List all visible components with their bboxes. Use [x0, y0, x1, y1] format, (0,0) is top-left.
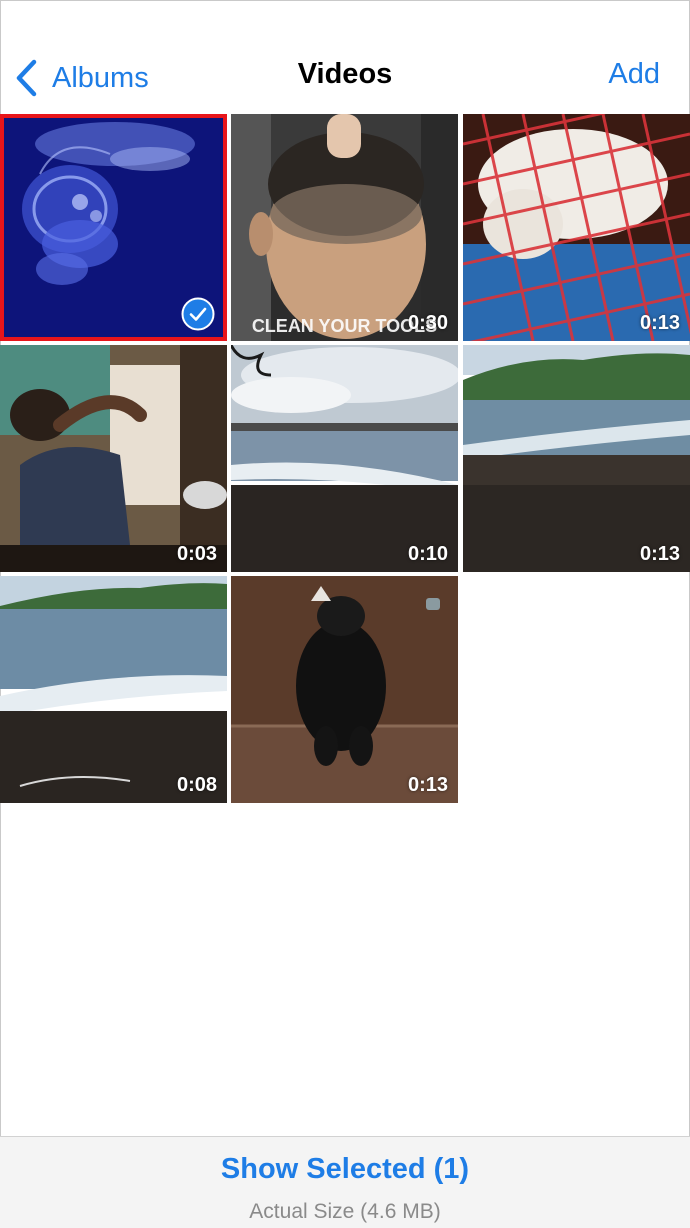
- pier-beach-thumbnail: [231, 345, 458, 572]
- dog-in-cage-thumbnail: [463, 114, 690, 341]
- add-button[interactable]: Add: [608, 58, 660, 91]
- show-selected-button[interactable]: Show Selected (1): [0, 1153, 690, 1186]
- video-thumbnail[interactable]: [0, 114, 227, 341]
- person-stretching-thumbnail: [0, 345, 227, 572]
- checkmark-circle-icon: [181, 297, 215, 331]
- video-thumbnail[interactable]: 0:08: [0, 576, 227, 803]
- actual-size-label: Actual Size (4.6 MB): [249, 1200, 441, 1223]
- video-thumbnail[interactable]: 0:10: [231, 345, 458, 572]
- video-thumbnail[interactable]: CLEAN YOUR TOOLS 0:30: [231, 114, 458, 341]
- beach-waves-thumbnail: [0, 576, 227, 803]
- bottom-toolbar: Show Selected (1) Actual Size (4.6 MB): [0, 1136, 690, 1228]
- duration-label: 0:13: [639, 543, 680, 565]
- black-dog-thumbnail: [231, 576, 458, 803]
- beach-shore-thumbnail: [463, 345, 690, 572]
- duration-label: 0:13: [639, 312, 680, 334]
- video-thumbnail[interactable]: 0:13: [463, 114, 690, 341]
- video-thumbnail[interactable]: 0:13: [463, 345, 690, 572]
- duration-label: 0:13: [407, 774, 448, 796]
- duration-label: 0:30: [407, 312, 448, 334]
- video-thumbnail[interactable]: 0:13: [231, 576, 458, 803]
- duration-label: 0:03: [176, 543, 217, 565]
- duration-label: 0:08: [176, 774, 217, 796]
- haircut-thumbnail: CLEAN YOUR TOOLS: [231, 114, 458, 341]
- video-thumbnail[interactable]: 0:03: [0, 345, 227, 572]
- duration-label: 0:10: [407, 543, 448, 565]
- page-title: Videos: [297, 58, 393, 90]
- navigation-bar: Albums Videos Add: [0, 0, 690, 114]
